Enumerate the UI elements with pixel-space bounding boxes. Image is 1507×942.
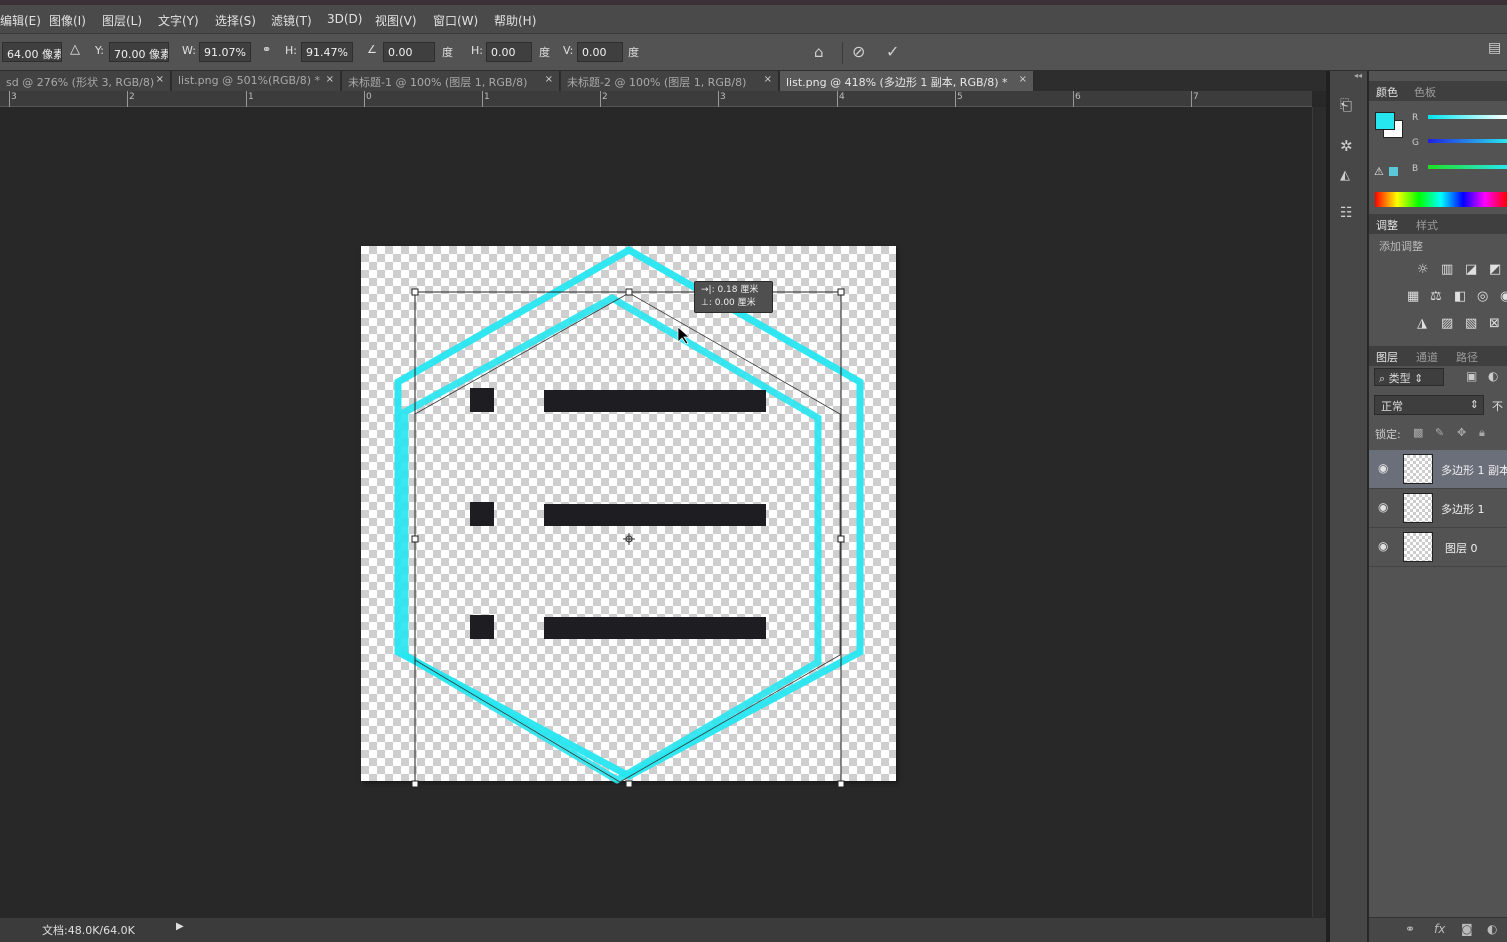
color-spectrum[interactable]	[1375, 192, 1507, 207]
layer-thumbnail	[1403, 454, 1433, 484]
r-slider[interactable]	[1428, 115, 1507, 119]
tab-channels[interactable]: 通道	[1416, 349, 1438, 365]
list-line	[544, 390, 766, 412]
status-menu-arrow-icon[interactable]: ▶	[176, 921, 184, 932]
blend-mode-select[interactable]: 正常 ⇕	[1374, 395, 1484, 415]
eye-icon[interactable]: ◉	[1378, 539, 1388, 553]
lock-transparency-icon[interactable]: ▩	[1413, 426, 1423, 439]
curves-icon[interactable]: ◪	[1465, 262, 1477, 277]
threshold-icon[interactable]: ▧	[1465, 316, 1477, 331]
transform-handle	[411, 288, 419, 296]
blend-mode-value: 正常	[1381, 400, 1403, 413]
transform-handle	[837, 780, 845, 788]
tab-styles[interactable]: 样式	[1416, 217, 1438, 233]
kind-label: 类型	[1388, 372, 1411, 385]
tab-adjustments[interactable]: 调整	[1376, 217, 1398, 233]
g-label: G	[1412, 138, 1419, 148]
layer-name[interactable]: 图层 0	[1445, 540, 1478, 556]
layer-thumbnail	[1403, 493, 1433, 523]
link-layers-icon[interactable]: ⚭	[1405, 922, 1415, 936]
transform-tooltip: →|: 0.18 厘米 ⊥: 0.00 厘米	[694, 281, 773, 313]
invert-icon[interactable]: ◮	[1417, 316, 1427, 331]
adjust-panel-tabs: 调整 样式	[1369, 214, 1507, 234]
filter-adjust-icon[interactable]: ◐	[1488, 369, 1498, 383]
list-line	[544, 617, 766, 639]
tab-swatches[interactable]: 色板	[1414, 84, 1436, 100]
web-safe-swatch[interactable]	[1389, 167, 1398, 176]
transform-handle	[837, 535, 845, 543]
layer-row[interactable]: ◉ 图层 0	[1369, 528, 1507, 567]
layer-thumbnail	[1403, 532, 1433, 562]
layer-name[interactable]: 多边形 1	[1441, 501, 1485, 517]
transform-handle	[411, 780, 419, 788]
warning-icon[interactable]: ⚠	[1374, 165, 1384, 178]
canvas-artwork	[394, 245, 864, 788]
opacity-label: 不	[1492, 400, 1503, 413]
filter-image-icon[interactable]: ▣	[1466, 369, 1477, 383]
lock-brush-icon[interactable]: ✎	[1435, 426, 1444, 439]
right-panels: 颜色 色板 R G B ⚠ 调整 样式 添加调整 ☼ ▥ ◪ ◩ ▦ ⚖ ◧ ◎…	[1369, 71, 1507, 942]
b-slider[interactable]	[1428, 165, 1507, 169]
transform-path-outline	[414, 292, 841, 783]
mask-icon[interactable]: ◙	[1461, 922, 1473, 936]
tooltip-line: ⊥: 0.00 厘米	[701, 298, 756, 308]
exposure-icon[interactable]: ◩	[1489, 262, 1501, 277]
layers-footer: ⚭ fx ◙ ◐	[1369, 917, 1507, 942]
eye-icon[interactable]: ◉	[1378, 500, 1388, 514]
tab-paths[interactable]: 路径	[1456, 349, 1478, 365]
levels-icon[interactable]: ▥	[1441, 262, 1453, 277]
tooltip-x-value: 0.18 厘米	[717, 285, 759, 295]
layer-row[interactable]: ◉ 多边形 1 副本	[1369, 450, 1507, 489]
list-line	[544, 504, 766, 526]
r-label: R	[1412, 113, 1419, 123]
posterize-icon[interactable]: ▨	[1441, 316, 1453, 331]
history-icon[interactable]: ⎗	[1340, 96, 1352, 114]
transform-handle	[411, 535, 419, 543]
selective-color-icon[interactable]: ⊠	[1489, 316, 1500, 331]
g-slider[interactable]	[1428, 139, 1507, 143]
histogram-icon[interactable]: ◭	[1340, 168, 1350, 183]
fx-icon[interactable]: fx	[1434, 922, 1445, 936]
collapse-icon[interactable]: ◂◂	[1354, 71, 1362, 80]
mixer-icon[interactable]: ◉	[1500, 289, 1507, 304]
tooltip-line: →|: 0.18 厘米	[701, 285, 759, 295]
layer-kind-filter[interactable]: ⌕ 类型 ⇕	[1374, 368, 1444, 386]
lock-all-icon[interactable]: 🔒︎	[1479, 426, 1485, 440]
tab-color[interactable]: 颜色	[1376, 84, 1398, 100]
layers-panel-tabs: 图层 通道 路径	[1369, 346, 1507, 366]
layer-row[interactable]: ◉ 多边形 1	[1369, 489, 1507, 528]
transform-handle	[625, 780, 633, 788]
status-bar: 文档:48.0K/64.0K ▶	[0, 917, 1329, 942]
color-panel-tabs: 颜色 色板	[1369, 81, 1507, 101]
transform-handle	[837, 288, 845, 296]
add-adjustment-label: 添加调整	[1379, 240, 1423, 253]
eye-icon[interactable]: ◉	[1378, 461, 1388, 475]
navigator-icon[interactable]: ✲	[1340, 137, 1353, 155]
doc-size-status: 文档:48.0K/64.0K	[42, 924, 135, 937]
vibrance-icon[interactable]: ▦	[1407, 289, 1419, 304]
lock-move-icon[interactable]: ✥	[1457, 426, 1466, 439]
reference-point	[623, 533, 635, 545]
tab-layers[interactable]: 图层	[1376, 349, 1398, 365]
transform-bounding-box	[414, 291, 842, 785]
foreground-color-swatch[interactable]	[1375, 112, 1395, 130]
panel-icon-column: ◂◂ ⎗ ✲ ◭ ☷	[1330, 71, 1368, 942]
b-label: B	[1412, 164, 1419, 174]
list-bullet	[470, 502, 494, 526]
photo-filter-icon[interactable]: ◎	[1477, 289, 1488, 304]
lock-label: 锁定:	[1375, 428, 1401, 441]
transform-handle	[625, 288, 633, 296]
list-bullet	[470, 388, 494, 412]
bw-icon[interactable]: ◧	[1454, 289, 1466, 304]
layer-name[interactable]: 多边形 1 副本	[1441, 462, 1507, 478]
adjustment-layer-icon[interactable]: ◐	[1487, 922, 1497, 936]
brightness-icon[interactable]: ☼	[1417, 262, 1429, 277]
tooltip-y-value: 0.00 厘米	[714, 298, 756, 308]
list-bullet	[470, 615, 494, 639]
properties-icon[interactable]: ☷	[1340, 205, 1353, 221]
balance-icon[interactable]: ⚖	[1430, 289, 1442, 304]
